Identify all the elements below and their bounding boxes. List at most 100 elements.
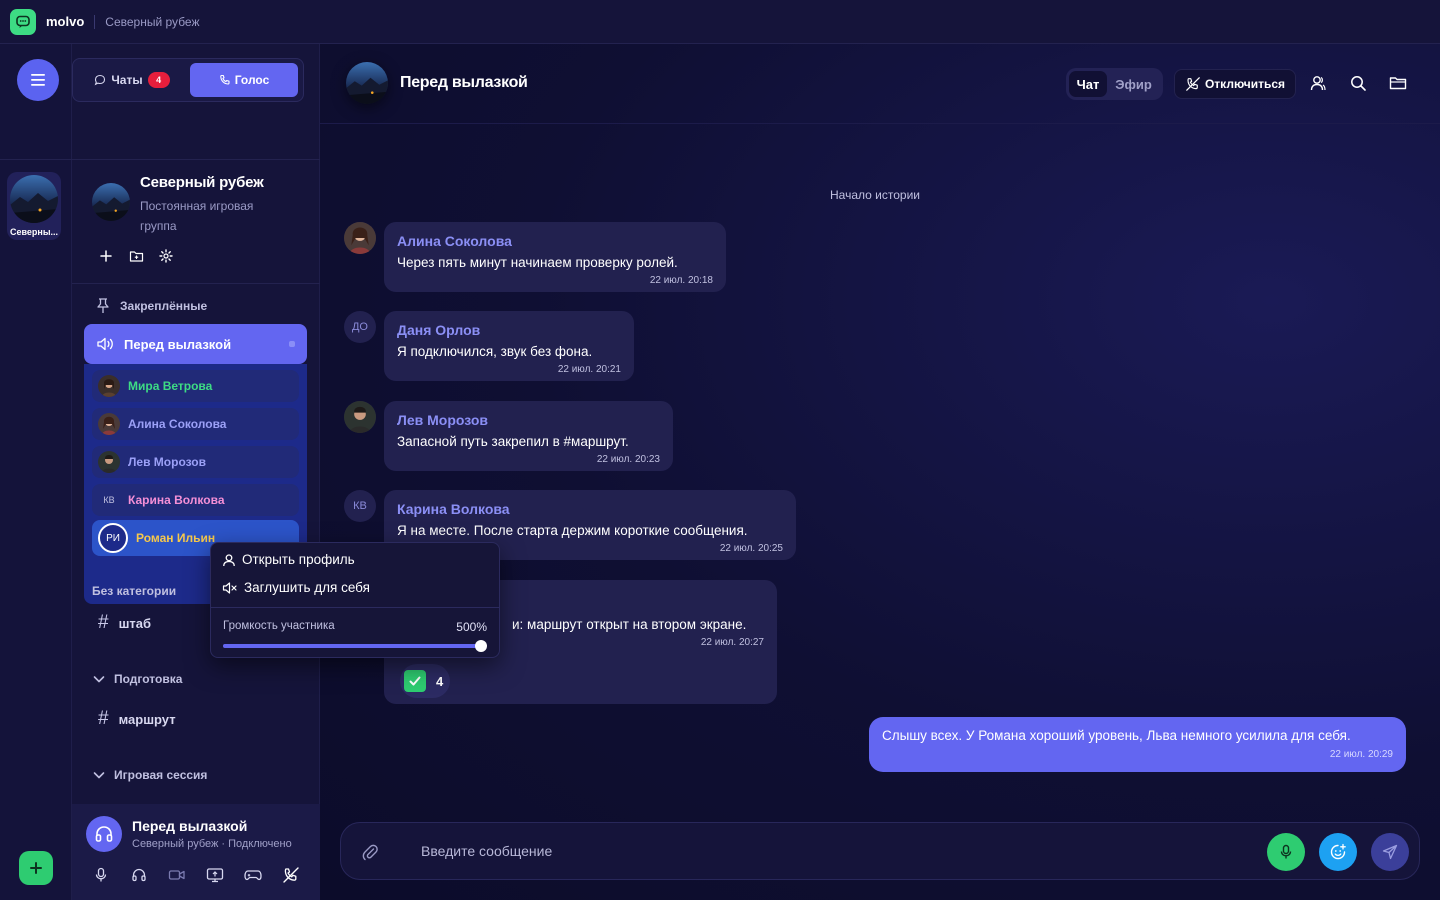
volume-slider[interactable]: [223, 640, 487, 652]
open-profile-item[interactable]: Открыть профиль: [222, 552, 355, 567]
open-profile-label: Открыть профиль: [242, 552, 355, 567]
molvo-logo-icon: [10, 8, 36, 35]
channel-title: Перед вылазкой: [400, 74, 528, 91]
screen-share-icon: [206, 868, 224, 883]
unread-badge: 4: [147, 72, 170, 88]
add-server-button[interactable]: [19, 851, 53, 885]
voice-channel-before-raid[interactable]: Перед вылазкой: [84, 324, 307, 364]
message-author[interactable]: Алина Соколова: [397, 233, 713, 249]
camera-button[interactable]: [168, 866, 186, 884]
emoji-button[interactable]: [1319, 833, 1357, 871]
message-bubble: Лев Морозов Запасной путь закрепил в #ма…: [384, 401, 673, 471]
activity-button[interactable]: [244, 866, 262, 884]
volume-value: 500%: [456, 620, 487, 634]
check-icon: [404, 670, 426, 692]
server-tools: [98, 248, 174, 264]
tab-voice[interactable]: Голос: [190, 63, 298, 97]
hash-icon: #: [98, 708, 109, 729]
voice-member[interactable]: Мира Ветрова: [92, 370, 299, 402]
phone-off-icon: [1186, 77, 1200, 91]
add-channel-button[interactable]: [98, 248, 114, 264]
reaction-chip[interactable]: 4: [400, 664, 450, 698]
text-channel-shtab[interactable]: # штаб: [98, 612, 151, 634]
voice-member[interactable]: Лев Морозов: [92, 446, 299, 478]
panel-divider: [72, 283, 320, 284]
server-description: Постоянная игровая группа: [140, 199, 254, 233]
folder-plus-icon: [129, 251, 143, 262]
send-button[interactable]: [1371, 833, 1409, 871]
view-air-button[interactable]: Эфир: [1107, 77, 1160, 92]
deafen-button[interactable]: [130, 866, 148, 884]
panel-divider: [72, 159, 320, 160]
disconnect-voice-button[interactable]: Отключиться: [1174, 69, 1296, 99]
voice-channel-label: Перед вылазкой: [124, 336, 232, 352]
category-label: Подготовка: [114, 672, 183, 686]
gamepad-icon: [244, 870, 262, 881]
mic-button[interactable]: [92, 866, 110, 884]
server-header-avatar: [92, 183, 130, 221]
channel-label: штаб: [118, 615, 152, 631]
message-author[interactable]: Даня Орлов: [397, 322, 621, 338]
category-game-session[interactable]: Игровая сессия: [92, 768, 207, 782]
voice-member[interactable]: КВ Карина Волкова: [92, 484, 299, 516]
message-text: Запасной путь закрепил в #маршрут.: [397, 434, 629, 449]
user-icon[interactable]: [1309, 74, 1327, 92]
view-toggle: Чат Эфир: [1066, 68, 1163, 100]
add-category-button[interactable]: [128, 248, 144, 264]
text-channel-route[interactable]: # маршрут: [98, 708, 176, 730]
avatar[interactable]: ДО: [344, 311, 376, 343]
server-label: Северны...: [9, 227, 59, 237]
camera-icon: [168, 870, 185, 880]
topbar-server-name: Северный рубеж: [105, 14, 200, 29]
server-item-severny-rubezh[interactable]: Северны...: [7, 172, 61, 240]
member-name: Мира Ветрова: [128, 379, 213, 393]
disconnect-button[interactable]: [282, 866, 300, 884]
voice-status-title: Перед вылазкой: [132, 818, 248, 834]
message-text: Я на месте. После старта держим короткие…: [397, 523, 748, 538]
screen-share-button[interactable]: [206, 866, 224, 884]
mute-for-me-item[interactable]: Заглушить для себя: [222, 580, 370, 595]
search-icon[interactable]: [1349, 74, 1367, 92]
avatar: РИ: [98, 523, 128, 553]
menu-icon: [31, 74, 45, 86]
channel-avatar: [346, 62, 388, 104]
avatar[interactable]: [344, 401, 376, 433]
speaker-icon: [97, 337, 113, 351]
volume-label: Громкость участника: [223, 620, 335, 632]
message-input[interactable]: [421, 840, 1121, 862]
server-settings-button[interactable]: [158, 248, 174, 264]
message-author[interactable]: Лев Морозов: [397, 412, 660, 428]
avatar[interactable]: [344, 222, 376, 254]
channel-panel: Чаты 4 Голос Северный рубеж Постоянная и…: [72, 44, 320, 900]
avatar[interactable]: КВ: [344, 490, 376, 522]
server-title: Северный рубеж: [140, 174, 264, 191]
view-chat-button[interactable]: Чат: [1069, 71, 1107, 97]
menu-button[interactable]: [17, 59, 59, 101]
send-icon: [1382, 844, 1398, 860]
folder-icon[interactable]: [1389, 74, 1407, 92]
message-text: Слышу всех. У Романа хороший уровень, Ль…: [882, 728, 1351, 743]
category-preparation[interactable]: Подготовка: [92, 672, 182, 686]
message-text: Через пять минут начинаем проверку ролей…: [397, 255, 678, 270]
member-name: Карина Волкова: [128, 493, 225, 507]
category-uncategorized: Без категории: [92, 584, 176, 598]
member-name: Лев Морозов: [128, 455, 207, 469]
avatar: КВ: [103, 495, 115, 505]
paperclip-icon[interactable]: [361, 843, 379, 861]
member-name: Роман Ильин: [136, 531, 216, 545]
pin-icon: [97, 298, 109, 313]
app-name: molvo: [46, 14, 85, 29]
message-time: 22 июл. 20:18: [649, 275, 713, 286]
own-message-bubble: Слышу всех. У Романа хороший уровень, Ль…: [869, 717, 1406, 772]
chat-bubble-icon: [95, 74, 106, 86]
mode-toggle: Чаты 4 Голос: [72, 58, 304, 102]
pinned-section-label: Закреплённые: [94, 297, 207, 315]
voice-member[interactable]: Алина Соколова: [92, 408, 299, 440]
voice-message-button[interactable]: [1267, 833, 1305, 871]
tab-chats[interactable]: Чаты 4: [77, 63, 187, 97]
phone-icon: [219, 74, 230, 85]
mute-for-me-label: Заглушить для себя: [244, 580, 370, 595]
volume-slider-thumb[interactable]: [475, 640, 487, 652]
message-author[interactable]: Карина Волкова: [397, 501, 783, 517]
message-text: Я подключился, звук без фона.: [397, 344, 593, 359]
